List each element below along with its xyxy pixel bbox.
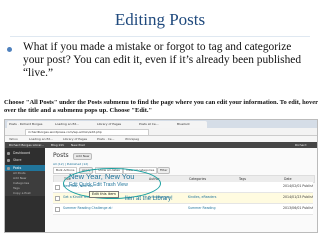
posts-icon	[7, 166, 10, 170]
post-categories[interactable]: Summer Reading	[188, 206, 233, 210]
page-title: Posts	[53, 152, 69, 159]
sidebar-subitem-copy-post[interactable]: Copy a Post	[5, 191, 45, 196]
browser-tab[interactable]: Posts at Ce...	[137, 121, 177, 128]
zoomed-title-tail: llen at the Library!	[125, 196, 173, 202]
filter-button[interactable]: Filter	[157, 167, 171, 174]
row-checkbox[interactable]	[55, 196, 60, 201]
edit-tooltip: Edit this item	[89, 191, 119, 198]
browser-tab[interactable]: Library of Pages	[95, 121, 139, 128]
sidebar-item-dashboard[interactable]: Dashboard	[5, 150, 45, 156]
bullet-text: What if you made a mistake or forgot to …	[23, 41, 302, 79]
dashboard-icon	[7, 151, 10, 155]
bullet-dot-icon	[7, 47, 12, 52]
slide-title: Editing Posts	[114, 10, 206, 29]
post-date: 2013/06/01 Published	[283, 206, 313, 210]
wordpress-screenshot: Posts · Richard Borges Loading an Ed... …	[4, 119, 318, 233]
browser-tab[interactable]: Posts · Richard Borges	[7, 121, 55, 128]
browser-tab[interactable]: Loading an Ed...	[53, 121, 97, 128]
address-bar: richardborges.wordpress.com/wp-admin/edi…	[5, 128, 317, 136]
row-checkbox[interactable]	[55, 185, 60, 190]
browser-tab[interactable]: Bluetoot	[175, 121, 207, 128]
row-checkbox[interactable]	[55, 207, 60, 212]
table-row: Summer Reading Challenge at the Library!…	[53, 204, 313, 215]
admin-sidebar: Dashboard Store Posts All Posts Add New …	[5, 148, 45, 232]
post-title[interactable]: Summer Reading Challenge at the Library!	[63, 206, 113, 210]
post-date: 2014/02/01 Published	[283, 184, 313, 188]
title-divider	[10, 36, 310, 37]
sidebar-item-store[interactable]: Store	[5, 157, 45, 163]
post-categories[interactable]: Kindles, eReaders	[188, 195, 233, 199]
store-icon	[7, 158, 10, 162]
url-field[interactable]: richardborges.wordpress.com/wp-admin/edi…	[25, 129, 149, 136]
browser-tab-strip: Posts · Richard Borges Loading an Ed... …	[5, 120, 317, 128]
add-new-button[interactable]: Add New	[73, 153, 93, 160]
caption-text: Choose "All Posts" under the Posts subme…	[4, 99, 318, 114]
post-date: 2014/01/23 Published	[283, 195, 313, 199]
post-status-filters[interactable]: All (12) | Published (12)	[53, 162, 88, 166]
